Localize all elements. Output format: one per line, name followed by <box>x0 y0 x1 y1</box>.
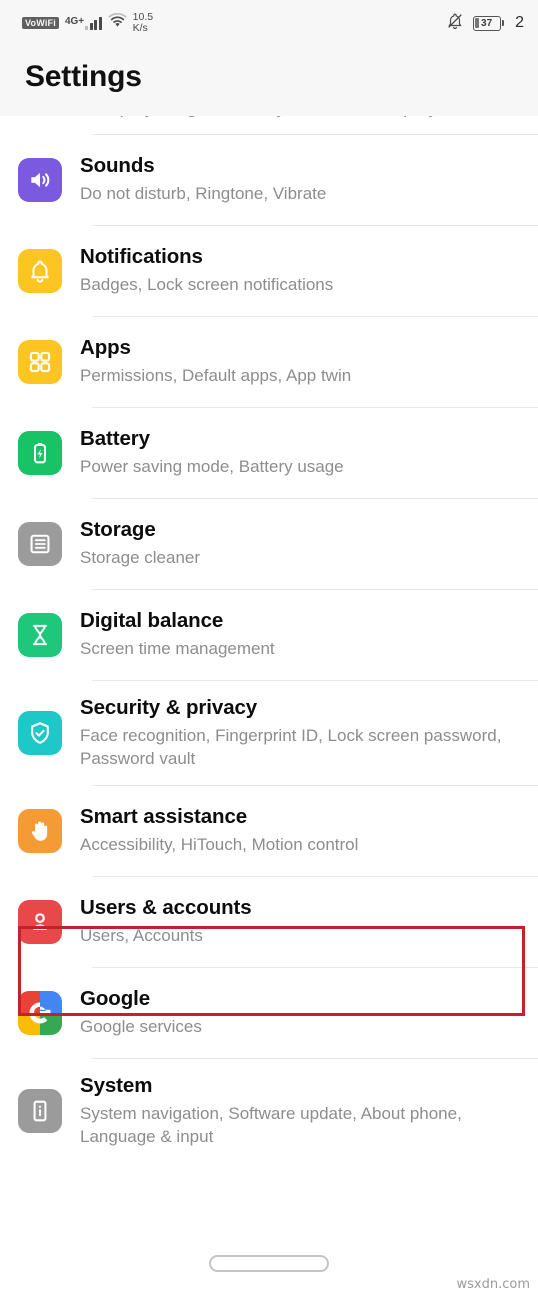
clipped-row-text: Display, Brightness, Eye comfort, Displa… <box>92 116 438 119</box>
settings-row-texts: Sounds Do not disturb, Ringtone, Vibrate <box>62 154 516 205</box>
gesture-nav-pill[interactable] <box>209 1255 329 1272</box>
settings-row-texts: System System navigation, Software updat… <box>62 1074 516 1149</box>
settings-row-texts: Security & privacy Face recognition, Fin… <box>62 696 516 771</box>
settings-row-system[interactable]: System System navigation, Software updat… <box>0 1059 538 1163</box>
apps-grid-icon <box>18 340 62 384</box>
wifi-icon <box>108 12 127 33</box>
settings-row-subtitle: Power saving mode, Battery usage <box>80 457 344 477</box>
settings-row-subtitle: Storage cleaner <box>80 548 201 568</box>
settings-row-title: Apps <box>80 336 131 360</box>
settings-row-subtitle: Google services <box>80 1017 202 1037</box>
settings-row-title: Users & accounts <box>80 896 252 920</box>
settings-row-title: Notifications <box>80 245 203 269</box>
battery-icon: 37 <box>472 15 501 31</box>
storage-stack-icon <box>18 522 62 566</box>
status-bar-right: 37 2 <box>446 12 524 35</box>
settings-row-battery[interactable]: Battery Power saving mode, Battery usage <box>0 408 538 498</box>
settings-row-title: Security & privacy <box>80 695 258 719</box>
settings-row-title: Smart assistance <box>80 805 248 829</box>
settings-row-users-accounts[interactable]: Users & accounts Users, Accounts <box>0 877 538 967</box>
settings-row-security-privacy[interactable]: Security & privacy Face recognition, Fin… <box>0 681 538 785</box>
phone-info-icon <box>18 1089 62 1133</box>
settings-row-texts: Notifications Badges, Lock screen notifi… <box>62 245 516 296</box>
status-bar: VoWiFi 4G+ 10.5 K/s 37 2 <box>0 0 538 46</box>
bell-icon <box>18 249 62 293</box>
settings-row-apps[interactable]: Apps Permissions, Default apps, App twin <box>0 317 538 407</box>
battery-percent-label: 37 <box>481 17 493 29</box>
settings-row-texts: Digital balance Screen time management <box>62 609 516 660</box>
settings-row-texts: Storage Storage cleaner <box>62 518 516 569</box>
google-g-icon <box>18 991 62 1035</box>
network-speed-unit: K/s <box>132 22 148 34</box>
settings-row-smart-assistance[interactable]: Smart assistance Accessibility, HiTouch,… <box>0 786 538 876</box>
settings-row-title: Storage <box>80 518 156 542</box>
signal-bars-icon <box>85 16 102 30</box>
settings-list[interactable]: Display, Brightness, Eye comfort, Displa… <box>0 116 538 1163</box>
watermark: wsxdn.com <box>456 1277 531 1292</box>
network-type-indicator: 4G+ <box>65 16 102 30</box>
status-bar-left: VoWiFi 4G+ 10.5 K/s <box>22 11 153 35</box>
network-type-label: 4G+ <box>64 16 85 27</box>
settings-row-texts: Battery Power saving mode, Battery usage <box>62 427 516 478</box>
settings-row-storage[interactable]: Storage Storage cleaner <box>0 499 538 589</box>
settings-row-subtitle: Screen time management <box>80 639 275 659</box>
battery-cap <box>501 20 505 26</box>
clipped-row-above: Display, Brightness, Eye comfort, Displa… <box>0 116 538 134</box>
settings-row-subtitle: Accessibility, HiTouch, Motion control <box>80 835 359 855</box>
settings-row-title: Battery <box>80 427 150 451</box>
vowifi-badge: VoWiFi <box>22 17 59 29</box>
hand-icon <box>18 809 62 853</box>
settings-row-digital-balance[interactable]: Digital balance Screen time management <box>0 590 538 680</box>
settings-screen: VoWiFi 4G+ 10.5 K/s 37 2 Settings Sounds… <box>0 0 538 1300</box>
settings-row-title: Google <box>80 987 151 1011</box>
settings-row-subtitle: System navigation, Software update, Abou… <box>80 1103 462 1146</box>
settings-row-subtitle: Users, Accounts <box>80 926 203 946</box>
settings-row-subtitle: Face recognition, Fingerprint ID, Lock s… <box>80 725 502 768</box>
settings-row-subtitle: Do not disturb, Ringtone, Vibrate <box>80 184 327 204</box>
settings-row-subtitle: Badges, Lock screen notifications <box>80 275 334 295</box>
settings-row-texts: Smart assistance Accessibility, HiTouch,… <box>62 805 516 856</box>
user-person-icon <box>18 900 62 944</box>
bell-muted-icon <box>446 12 464 35</box>
battery-bolt-icon <box>18 431 62 475</box>
settings-row-sounds[interactable]: Sounds Do not disturb, Ringtone, Vibrate <box>0 135 538 225</box>
battery-indicator: 37 <box>472 15 505 31</box>
shield-check-icon <box>18 711 62 755</box>
status-clock: 2 <box>515 14 524 31</box>
settings-row-google[interactable]: Google Google services <box>0 968 538 1058</box>
volume-speaker-icon <box>18 158 62 202</box>
settings-row-texts: Google Google services <box>62 987 516 1038</box>
settings-row-title: System <box>80 1073 153 1097</box>
network-speed-indicator: 10.5 K/s <box>132 11 153 35</box>
gesture-nav-bar[interactable] <box>0 1255 538 1272</box>
hourglass-icon <box>18 613 62 657</box>
settings-row-notifications[interactable]: Notifications Badges, Lock screen notifi… <box>0 226 538 316</box>
settings-row-title: Sounds <box>80 154 155 178</box>
settings-row-subtitle: Permissions, Default apps, App twin <box>80 366 352 386</box>
header: Settings <box>0 46 538 116</box>
battery-fill <box>475 18 480 28</box>
settings-row-texts: Users & accounts Users, Accounts <box>62 896 516 947</box>
settings-row-title: Digital balance <box>80 609 224 633</box>
settings-row-texts: Apps Permissions, Default apps, App twin <box>62 336 516 387</box>
page-title: Settings <box>25 60 142 93</box>
